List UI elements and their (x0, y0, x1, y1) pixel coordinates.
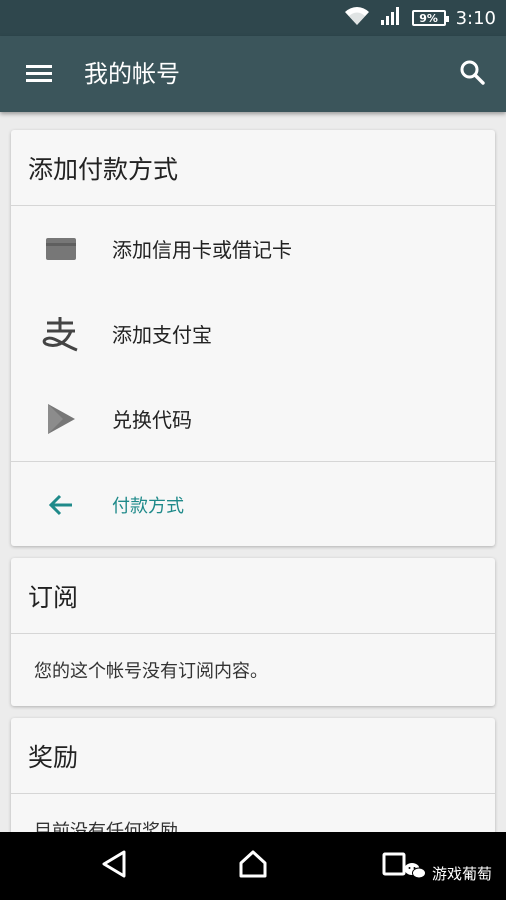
subscriptions-card: 订阅 您的这个帐号没有订阅内容。 (11, 558, 495, 706)
wechat-icon (404, 862, 426, 884)
hamburger-icon (26, 65, 52, 83)
rewards-header: 奖励 (11, 718, 495, 794)
nav-home-button[interactable] (223, 832, 283, 900)
cell-signal-icon (380, 6, 402, 30)
system-nav-bar: 游戏葡萄 (0, 832, 506, 900)
content-area: 添加付款方式 添加信用卡或借记卡 添加支付宝 兑换代码 付款方式 订阅 您的这个… (0, 112, 506, 832)
credit-card-icon (41, 206, 81, 291)
screen: 9% 3:10 我的帐号 添加付款方式 添加信用卡或借记卡 添加支付宝 兑换代码… (0, 0, 506, 900)
wifi-icon (344, 6, 370, 30)
nav-back-button[interactable] (84, 832, 144, 900)
payment-methods-label: 付款方式 (112, 496, 184, 517)
search-icon (459, 59, 485, 89)
add-alipay-label: 添加支付宝 (112, 323, 212, 347)
status-clock: 3:10 (455, 7, 496, 29)
watermark-text: 游戏葡萄 (431, 864, 492, 883)
home-icon (237, 849, 269, 883)
battery-level: 9% (419, 11, 438, 25)
status-icons: 9% 3:10 (344, 0, 496, 36)
rewards-empty-text: 目前没有任何奖励。 (34, 821, 196, 832)
page-title: 我的帐号 (84, 60, 180, 88)
app-bar: 我的帐号 (0, 36, 506, 112)
add-credit-card-label: 添加信用卡或借记卡 (112, 238, 292, 262)
add-credit-card-item[interactable]: 添加信用卡或借记卡 (11, 206, 495, 291)
subscriptions-header: 订阅 (11, 558, 495, 634)
play-store-icon (41, 376, 81, 461)
add-payment-card: 添加付款方式 添加信用卡或借记卡 添加支付宝 兑换代码 付款方式 (11, 130, 495, 546)
alipay-icon (41, 291, 81, 376)
add-alipay-item[interactable]: 添加支付宝 (11, 291, 495, 376)
arrow-back-icon (41, 462, 81, 548)
search-button[interactable] (452, 54, 492, 94)
status-bar: 9% 3:10 (0, 0, 506, 36)
redeem-code-label: 兑换代码 (112, 408, 192, 432)
back-triangle-icon (100, 849, 128, 883)
redeem-code-item[interactable]: 兑换代码 (11, 376, 495, 461)
payment-methods-link[interactable]: 付款方式 (11, 462, 495, 548)
add-payment-header: 添加付款方式 (11, 130, 495, 206)
battery-icon: 9% (411, 10, 449, 26)
subscriptions-empty-text: 您的这个帐号没有订阅内容。 (34, 661, 268, 682)
menu-button[interactable] (14, 54, 64, 94)
watermark: 游戏葡萄 (404, 862, 492, 884)
rewards-card: 奖励 目前没有任何奖励。 (11, 718, 495, 832)
